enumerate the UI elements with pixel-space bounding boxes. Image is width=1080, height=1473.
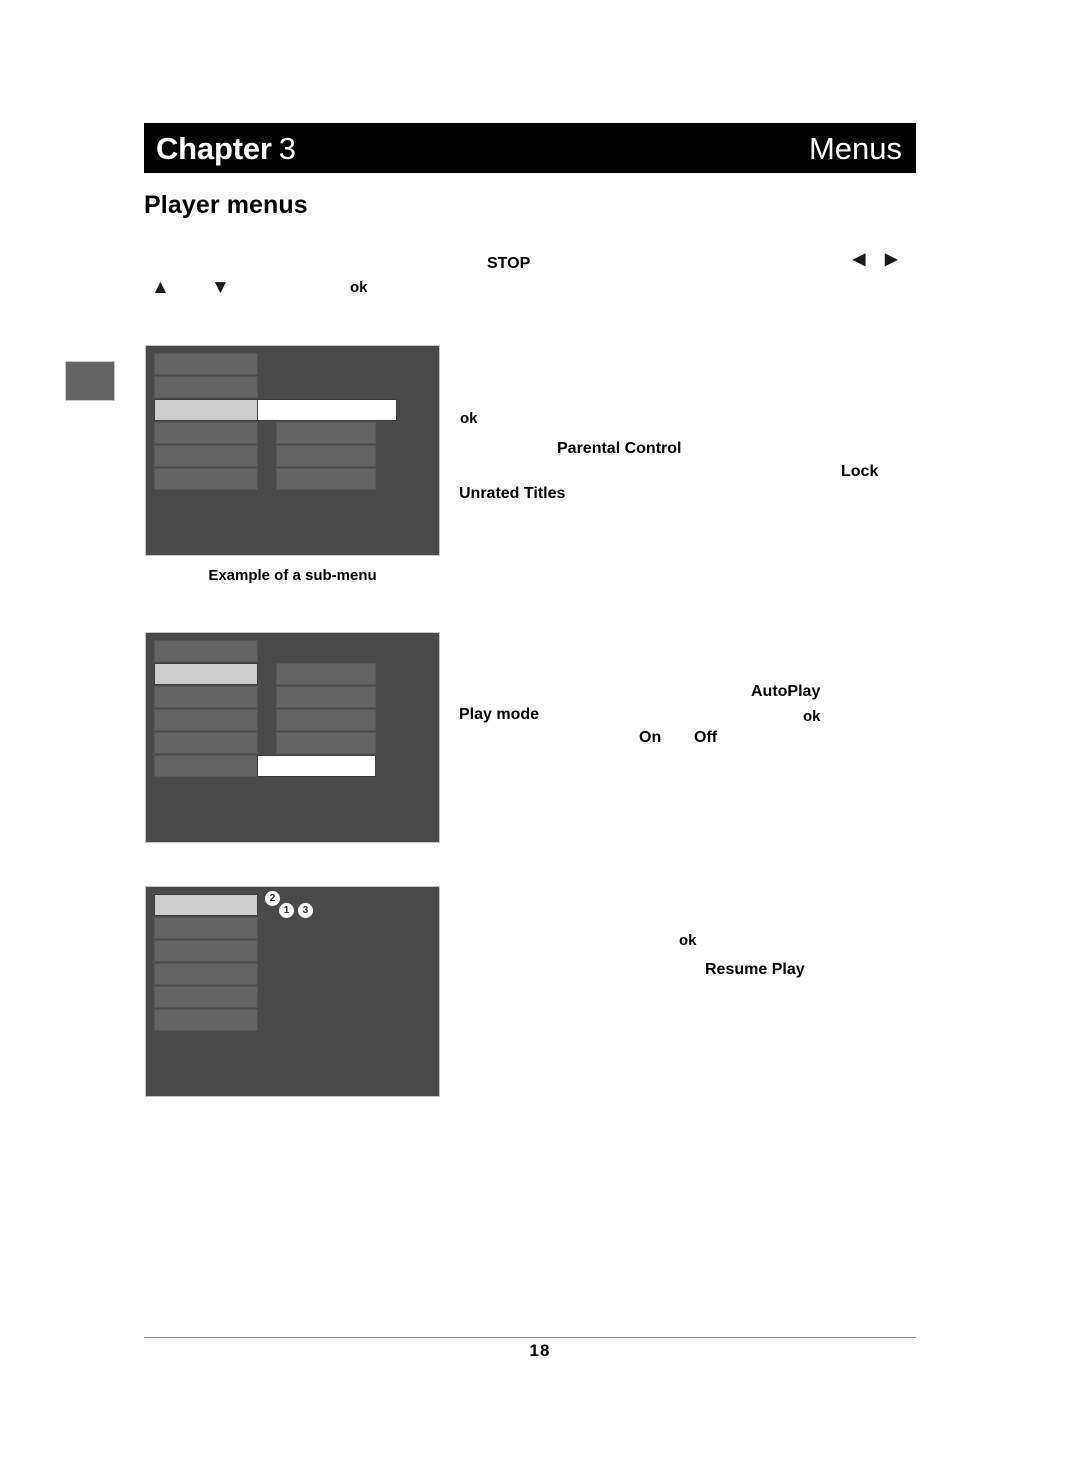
term-unrated-titles: Unrated Titles: [459, 485, 566, 502]
submenu-row: [276, 422, 376, 444]
right-arrow-icon: ▶: [885, 251, 898, 268]
chapter-label: Chapter: [156, 130, 272, 166]
term-ok-playmode: ok: [803, 708, 821, 725]
menu-row-selected: [257, 399, 397, 421]
submenu-row: [276, 686, 376, 708]
term-lock: Lock: [841, 463, 879, 480]
submenu-row: [276, 732, 376, 754]
down-arrow-icon: ▼: [211, 277, 230, 298]
banner-section-title: Menus: [808, 130, 902, 166]
term-ok-submenu: ok: [460, 410, 478, 427]
page-number: 18: [529, 1341, 551, 1360]
menu-row: [154, 686, 258, 708]
submenu-row: [276, 663, 376, 685]
term-play-mode: Play mode: [459, 706, 540, 723]
menu-row: [154, 422, 258, 444]
menu-row: [154, 986, 258, 1008]
chapter-number: 3: [278, 130, 296, 166]
submenu-row: [276, 709, 376, 731]
callout-badge-2: 2: [265, 891, 280, 906]
menu-row: [154, 376, 258, 398]
menu-row: [154, 353, 258, 375]
submenu-row: [276, 445, 376, 467]
term-off: Off: [694, 729, 718, 746]
figure-caption-sub-menu: Example of a sub-menu: [208, 567, 377, 584]
submenu-row-selected: [257, 755, 376, 777]
term-on: On: [639, 729, 662, 746]
left-arrow-icon: ◀: [853, 251, 866, 268]
menu-row-highlighted: [154, 894, 258, 916]
menu-row: [154, 709, 258, 731]
menu-row: [154, 640, 258, 662]
menu-row: [154, 1009, 258, 1031]
menu-row: [154, 963, 258, 985]
menu-row-highlighted: [154, 663, 258, 685]
menu-row: [154, 445, 258, 467]
figure-resume-play-menu: 2 1 3: [145, 886, 440, 1097]
figure-play-mode-menu: [145, 632, 440, 843]
term-autoplay: AutoPlay: [751, 683, 821, 700]
up-arrow-icon: ▲: [151, 277, 170, 298]
chapter-banner: Chapter 3 Menus: [144, 123, 916, 173]
manual-page: Chapter 3 Menus Player menus STOP ◀ ▶ ▲ ▼…: [0, 0, 1080, 1473]
term-ok-nav: ok: [350, 279, 368, 296]
footer-divider: [144, 1337, 916, 1338]
term-stop: STOP: [487, 255, 531, 272]
page-title: Player menus: [144, 191, 308, 219]
term-ok-resume: ok: [679, 932, 697, 949]
figure-sub-menu-example: [145, 345, 440, 556]
chapter-label-group: Chapter 3: [156, 133, 296, 164]
menu-row: [154, 755, 258, 777]
callout-badge-1: 1: [279, 903, 294, 918]
term-parental-control: Parental Control: [557, 440, 682, 457]
menu-row: [154, 917, 258, 939]
menu-row: [154, 732, 258, 754]
menu-row: [154, 940, 258, 962]
menu-row-highlighted: [154, 399, 258, 421]
menu-row: [154, 468, 258, 490]
margin-thumb-tab: [65, 361, 115, 401]
submenu-row: [276, 468, 376, 490]
callout-badge-3: 3: [298, 903, 313, 918]
term-resume-play: Resume Play: [705, 961, 805, 978]
